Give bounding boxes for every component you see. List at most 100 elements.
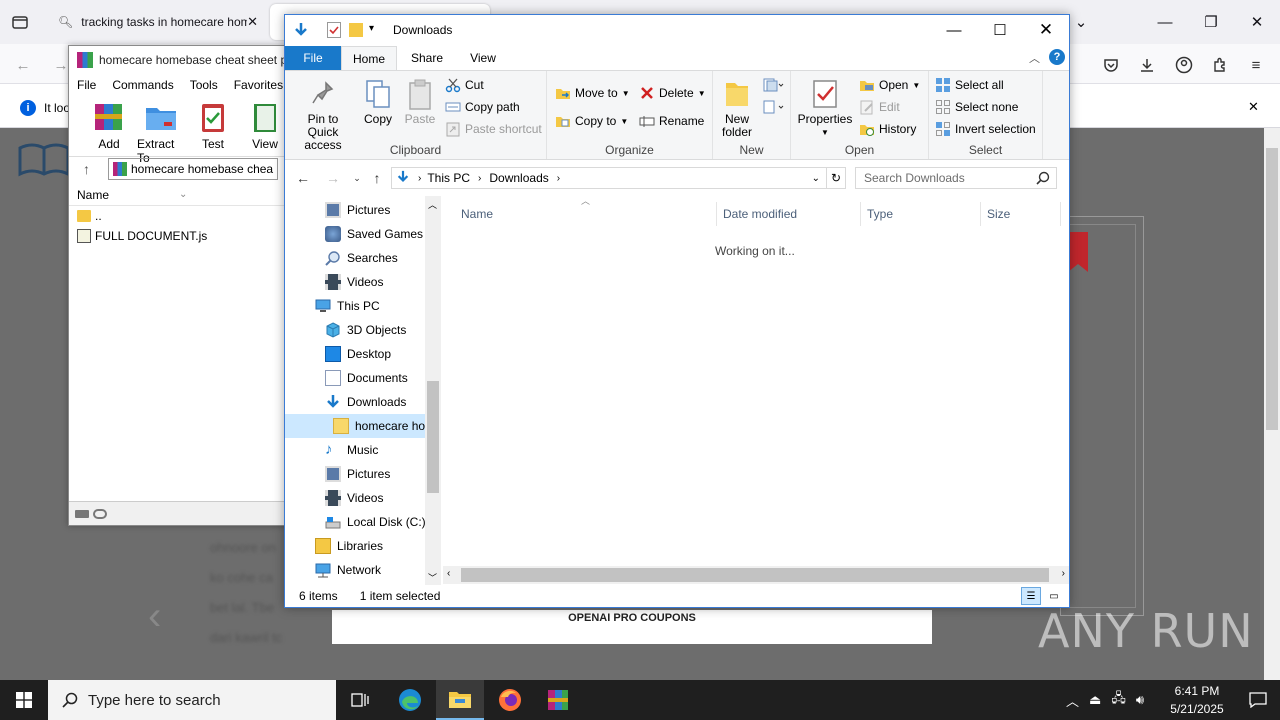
nav-item-homecare-folder[interactable]: homecare ho <box>285 414 425 438</box>
copy-to-button[interactable]: Copy to ▼ <box>555 113 628 129</box>
details-view-icon[interactable]: ☰ <box>1021 587 1041 605</box>
refresh-icon[interactable]: ↻ <box>826 167 846 189</box>
horizontal-scrollbar-thumb[interactable] <box>461 568 1049 582</box>
recent-locations-icon[interactable]: ⌄ <box>347 169 367 187</box>
breadcrumb-this-pc[interactable]: This PC <box>427 171 470 185</box>
edge-app-button[interactable] <box>386 680 434 720</box>
address-field[interactable]: › This PC › Downloads › ⌄ <box>391 167 827 189</box>
close-icon[interactable]: ✕ <box>1242 8 1272 36</box>
file-explorer-app-button[interactable] <box>436 680 484 720</box>
menu-icon[interactable]: ≡ <box>1245 54 1267 76</box>
tab-home[interactable]: Home <box>341 46 397 70</box>
menu-favorites[interactable]: Favorites <box>234 78 283 92</box>
extensions-icon[interactable] <box>1209 54 1231 76</box>
copy-path-button[interactable]: Copy path <box>445 99 520 115</box>
nav-item-videos[interactable]: Videos <box>285 270 425 294</box>
minimize-icon[interactable]: — <box>1150 8 1180 36</box>
firefox-app-button[interactable] <box>486 680 534 720</box>
download-icon[interactable] <box>1136 54 1158 76</box>
scroll-up-icon[interactable]: ︿ <box>428 198 437 211</box>
account-icon[interactable] <box>1173 54 1195 76</box>
nav-item-network[interactable]: Network <box>285 558 425 582</box>
view-button[interactable]: View <box>241 96 289 156</box>
new-item-icon[interactable] <box>763 77 785 96</box>
large-icons-view-icon[interactable]: ▭ <box>1045 587 1063 605</box>
history-button[interactable]: History <box>859 121 916 137</box>
volume-icon[interactable]: 🔊︎ <box>1136 692 1144 708</box>
browser-tab-1[interactable]: 🔍︎ tracking tasks in homecare hom ✕ <box>48 4 268 40</box>
column-type[interactable]: Type <box>861 202 981 226</box>
nav-item-pictures[interactable]: Pictures <box>285 198 425 222</box>
nav-item-searches[interactable]: Searches <box>285 246 425 270</box>
extract-to-button[interactable]: Extract To <box>137 96 185 165</box>
navigation-scrollbar-thumb[interactable] <box>427 381 439 493</box>
start-button[interactable] <box>0 680 48 720</box>
tab-overflow-icon[interactable]: ⌄ <box>1066 8 1096 36</box>
maximize-icon[interactable]: ☐ <box>977 15 1023 45</box>
nav-item-local-disk[interactable]: Local Disk (C:) <box>285 510 425 534</box>
search-input[interactable]: Search Downloads <box>855 167 1057 189</box>
network-icon[interactable]: 🖧︎ <box>1111 689 1126 711</box>
add-button[interactable]: Add <box>85 96 133 156</box>
column-date-modified[interactable]: Date modified <box>717 202 861 226</box>
test-button[interactable]: Test <box>189 96 237 156</box>
clock[interactable]: 6:41 PM 5/21/2025 <box>1160 682 1234 718</box>
close-icon[interactable]: ✕ <box>1248 99 1259 115</box>
paste-button[interactable]: Paste <box>403 77 437 126</box>
restore-icon[interactable]: ❐ <box>1196 8 1226 36</box>
nav-item-downloads[interactable]: Downloads <box>285 390 425 414</box>
address-dropdown-icon[interactable]: ⌄ <box>812 173 820 184</box>
winrar-list-header[interactable]: Name ⌄ <box>69 184 289 206</box>
forward-icon[interactable]: → <box>323 169 343 187</box>
column-name[interactable]: Name <box>455 202 717 226</box>
usb-icon[interactable]: ⏏ <box>1089 692 1101 708</box>
nav-item-music[interactable]: ♪ Music <box>285 438 425 462</box>
select-all-button[interactable]: Select all <box>935 77 1004 93</box>
tab-list-icon[interactable] <box>10 12 30 32</box>
list-item[interactable]: FULL DOCUMENT.js <box>69 226 289 246</box>
nav-item-pictures-2[interactable]: Pictures <box>285 462 425 486</box>
menu-file[interactable]: File <box>77 78 96 92</box>
new-folder-quick-icon[interactable] <box>349 23 363 37</box>
properties-button[interactable]: Properties ▼ <box>795 77 855 139</box>
select-none-button[interactable]: Select none <box>935 99 1018 115</box>
page-scrollbar-thumb[interactable] <box>1266 148 1278 430</box>
scroll-down-icon[interactable]: ﹀ <box>428 571 437 584</box>
winrar-path-field[interactable]: homecare homebase chea <box>108 157 278 180</box>
help-icon[interactable]: ? <box>1049 49 1065 65</box>
scroll-right-icon[interactable]: › <box>1062 568 1065 579</box>
delete-button[interactable]: Delete ▼ <box>639 85 706 101</box>
back-icon[interactable]: ← <box>12 54 34 76</box>
nav-item-videos-2[interactable]: Videos <box>285 486 425 510</box>
collapse-ribbon-icon[interactable]: ︿ <box>1029 50 1040 66</box>
tab-view[interactable]: View <box>457 46 509 70</box>
easy-access-icon[interactable] <box>763 99 785 118</box>
pin-quick-access-button[interactable]: Pin to Quick access <box>291 77 355 152</box>
up-arrow-icon[interactable]: ↑ <box>83 161 90 177</box>
rename-button[interactable]: Rename <box>639 113 704 129</box>
move-to-button[interactable]: Move to ▼ <box>555 85 630 101</box>
menu-commands[interactable]: Commands <box>112 78 173 92</box>
nav-item-3d-objects[interactable]: 3D Objects <box>285 318 425 342</box>
notification-center-button[interactable] <box>1236 680 1280 720</box>
minimize-icon[interactable]: — <box>931 15 977 45</box>
nav-item-this-pc[interactable]: This PC <box>285 294 425 318</box>
task-view-button[interactable] <box>336 680 384 720</box>
nav-item-saved-games[interactable]: Saved Games <box>285 222 425 246</box>
new-folder-button[interactable]: New folder <box>717 77 757 139</box>
open-button[interactable]: Open ▼ <box>859 77 920 93</box>
close-icon[interactable]: ✕ <box>247 14 258 30</box>
customize-qat-icon[interactable]: ▾ <box>369 23 374 34</box>
properties-quick-icon[interactable] <box>327 22 341 38</box>
nav-item-desktop[interactable]: Desktop <box>285 342 425 366</box>
invert-selection-button[interactable]: Invert selection <box>935 121 1036 137</box>
nav-item-libraries[interactable]: Libraries <box>285 534 425 558</box>
tray-overflow-icon[interactable]: ︿ <box>1066 691 1079 710</box>
winrar-app-button[interactable] <box>534 680 582 720</box>
pocket-icon[interactable] <box>1100 54 1122 76</box>
list-item[interactable]: .. <box>69 206 289 226</box>
tab-share[interactable]: Share <box>401 46 453 70</box>
column-size[interactable]: Size <box>981 202 1061 226</box>
menu-tools[interactable]: Tools <box>190 78 218 92</box>
nav-item-documents[interactable]: Documents <box>285 366 425 390</box>
